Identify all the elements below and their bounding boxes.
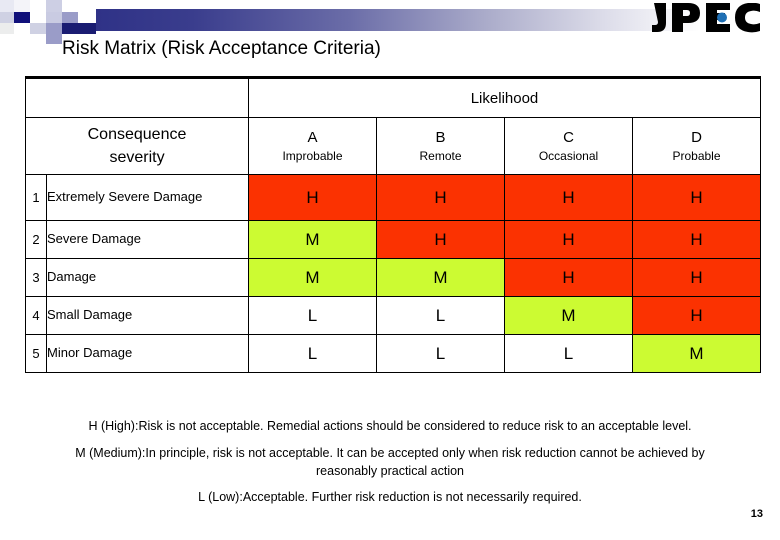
likelihood-column-a: A Improbable xyxy=(248,117,377,175)
risk-cell: H xyxy=(504,174,633,221)
table-row: 1 Extremely Severe Damage H H H H xyxy=(25,174,761,221)
header-blank-cell xyxy=(25,76,249,118)
risk-cell: L xyxy=(248,334,377,373)
row-label: Extremely Severe Damage xyxy=(46,174,249,221)
risk-cell: H xyxy=(632,220,761,259)
consequence-header-line1: Consequence xyxy=(87,125,187,143)
likelihood-c-word: Occasional xyxy=(538,149,599,164)
decorative-square xyxy=(46,34,62,44)
risk-cell: M xyxy=(632,334,761,373)
risk-cell: M xyxy=(248,258,377,297)
decorative-square xyxy=(46,0,62,12)
table-row: 3 Damage M M H H xyxy=(25,258,761,297)
row-label: Damage xyxy=(46,258,249,297)
table-row: 5 Minor Damage L L L M xyxy=(25,334,761,373)
slide-header-band xyxy=(0,0,780,44)
likelihood-a-letter: A xyxy=(307,129,318,147)
risk-cell: L xyxy=(376,334,505,373)
legend-item-low: L (Low):Acceptable. Further risk reducti… xyxy=(198,490,582,505)
legend: H (High):Risk is not acceptable. Remedia… xyxy=(0,418,780,516)
risk-cell: H xyxy=(376,174,505,221)
likelihood-d-word: Probable xyxy=(672,149,721,164)
page-number: 13 xyxy=(750,508,763,520)
risk-cell: L xyxy=(504,334,633,373)
risk-cell: M xyxy=(504,296,633,335)
decorative-square xyxy=(14,12,30,23)
likelihood-column-b: B Remote xyxy=(376,117,505,175)
decorative-square xyxy=(30,23,46,34)
decorative-square xyxy=(46,12,62,23)
decorative-square xyxy=(0,0,14,12)
row-label: Severe Damage xyxy=(46,220,249,259)
risk-cell: H xyxy=(632,296,761,335)
risk-cell: H xyxy=(504,220,633,259)
risk-cell: M xyxy=(248,220,377,259)
decorative-square xyxy=(62,23,96,34)
decorative-square xyxy=(62,0,78,12)
row-label: Minor Damage xyxy=(46,334,249,373)
table-row: 2 Severe Damage M H H H xyxy=(25,220,761,259)
decorative-square xyxy=(0,23,14,34)
likelihood-a-word: Improbable xyxy=(282,149,343,164)
likelihood-c-letter: C xyxy=(563,129,574,147)
legend-item-high: H (High):Risk is not acceptable. Remedia… xyxy=(88,419,692,433)
row-number: 1 xyxy=(25,174,47,221)
header-gradient-bar xyxy=(96,9,700,31)
likelihood-header: Likelihood xyxy=(248,76,761,118)
decorative-square xyxy=(14,0,30,12)
decorative-square xyxy=(46,23,62,34)
risk-cell: H xyxy=(632,258,761,297)
row-number: 2 xyxy=(25,220,47,259)
risk-cell: L xyxy=(248,296,377,335)
risk-cell: H xyxy=(504,258,633,297)
risk-cell: H xyxy=(376,220,505,259)
risk-cell: H xyxy=(632,174,761,221)
risk-cell: M xyxy=(376,258,505,297)
table-header-row-columns: Consequence severity A Improbable B Remo… xyxy=(25,117,761,175)
table-header-row-likelihood: Likelihood xyxy=(25,76,761,118)
row-number: 3 xyxy=(25,258,47,297)
likelihood-d-letter: D xyxy=(691,129,702,147)
decorative-square xyxy=(30,34,46,44)
jpec-logo-icon xyxy=(652,2,760,33)
row-label: Small Damage xyxy=(46,296,249,335)
risk-matrix-table: Likelihood Consequence severity A Improb… xyxy=(25,76,761,373)
consequence-severity-header: Consequence severity xyxy=(25,117,249,175)
likelihood-b-letter: B xyxy=(435,129,446,147)
table-row: 4 Small Damage L L M H xyxy=(25,296,761,335)
consequence-header-line2: severity xyxy=(109,149,165,166)
risk-cell: H xyxy=(248,174,377,221)
decorative-square xyxy=(30,0,46,12)
decorative-square xyxy=(30,12,46,23)
decorative-square xyxy=(62,12,78,23)
risk-cell: L xyxy=(376,296,505,335)
row-number: 4 xyxy=(25,296,47,335)
page-title: Risk Matrix (Risk Acceptance Criteria) xyxy=(62,38,381,59)
row-number: 5 xyxy=(25,334,47,373)
decorative-square xyxy=(0,12,14,23)
jpec-logo xyxy=(652,2,768,33)
likelihood-column-c: C Occasional xyxy=(504,117,633,175)
likelihood-column-d: D Probable xyxy=(632,117,761,175)
decorative-square xyxy=(14,23,30,34)
likelihood-b-word: Remote xyxy=(419,149,462,164)
legend-item-medium: M (Medium):In principle, risk is not acc… xyxy=(75,445,705,478)
